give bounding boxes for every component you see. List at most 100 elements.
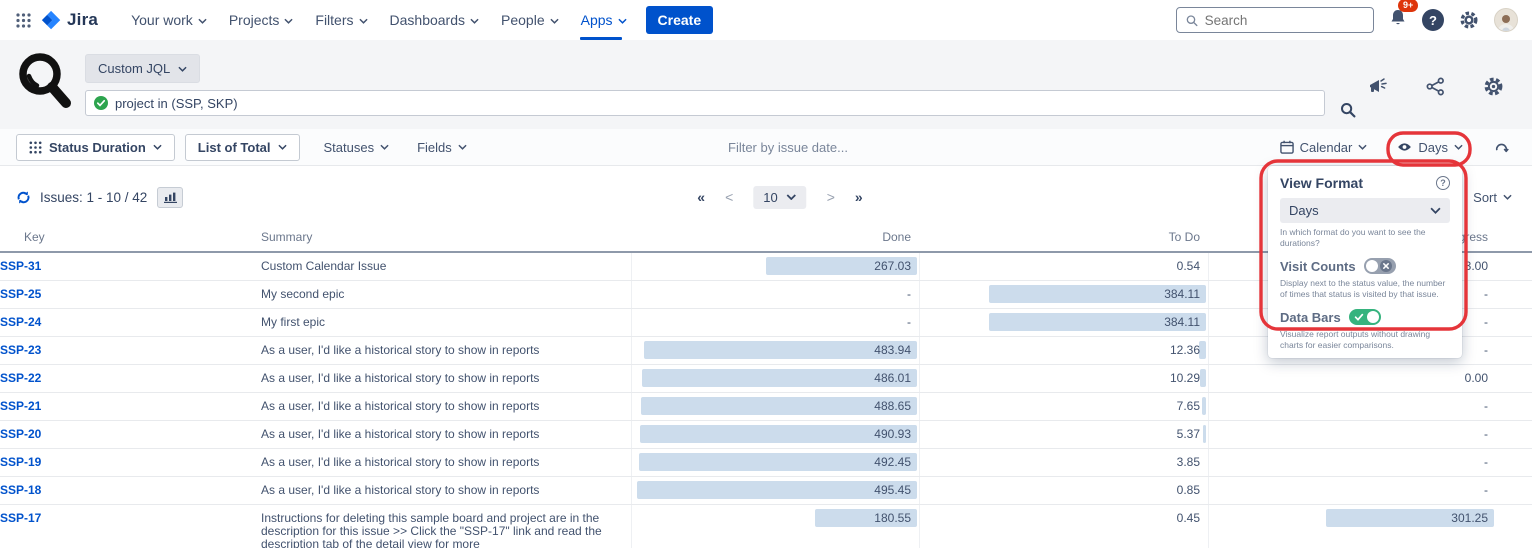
refresh-icon[interactable] [16,190,31,205]
issue-key-cell: SSP-22 [0,365,261,392]
run-query-search-icon[interactable] [1340,102,1356,123]
issue-key-link[interactable]: SSP-18 [0,483,41,497]
issue-key-cell: SSP-24 [0,309,261,336]
chevron-down-icon [359,18,368,24]
issue-key-link[interactable]: SSP-22 [0,371,41,385]
chevron-down-icon [1503,194,1512,200]
data-bar [1202,397,1206,415]
issue-date-filter-input[interactable]: Filter by issue date... [728,140,848,155]
notifications-bell-icon[interactable]: 9+ [1389,8,1407,32]
jira-logo[interactable]: Jira [41,10,98,31]
chevron-down-icon [550,18,559,24]
search-icon [1186,14,1198,27]
pagination-next-button[interactable]: > [827,189,835,205]
nav-item-filters[interactable]: Filters [304,0,378,40]
format-select[interactable]: Days [1280,198,1450,223]
pagination-last-button[interactable]: » [855,189,863,205]
chevron-down-icon [278,144,287,150]
jql-query-input[interactable]: project in (SSP, SKP) [85,90,1325,116]
issue-key-cell: SSP-19 [0,449,261,476]
page-size-select[interactable]: 10 [753,186,806,209]
issue-key-link[interactable]: SSP-23 [0,343,41,357]
table-row: SSP-21As a user, I'd like a historical s… [0,393,1532,421]
nav-item-apps[interactable]: Apps [570,0,638,40]
chevron-down-icon [380,144,389,150]
issue-summary-cell: As a user, I'd like a historical story t… [261,449,631,476]
view-format-popup: View Format ? Days In which format do yo… [1268,166,1462,358]
help-icon[interactable]: ? [1422,9,1444,31]
pagination-first-button[interactable]: « [697,189,705,205]
user-avatar[interactable] [1494,8,1518,32]
status-duration-cell-in_progress: - [1208,477,1496,504]
sort-dropdown[interactable]: Sort [1473,190,1516,205]
table-row: SSP-17Instructions for deleting this sam… [0,505,1532,548]
issue-summary-cell: As a user, I'd like a historical story t… [261,365,631,392]
column-header-done[interactable]: Done [631,226,919,251]
table-row: SSP-20As a user, I'd like a historical s… [0,421,1532,449]
jira-status-duration-page: Jira Your work Projects Filters Dashboar… [0,0,1532,548]
statuses-dropdown[interactable]: Statuses [324,140,390,155]
nav-item-your-work[interactable]: Your work [120,0,218,40]
nav-item-people[interactable]: People [490,0,570,40]
fields-dropdown[interactable]: Fields [417,140,467,155]
status-duration-cell-done: - [631,309,919,336]
issue-key-link[interactable]: SSP-31 [0,259,41,273]
chart-view-button[interactable] [157,187,183,208]
column-header-key[interactable]: Key [0,226,261,251]
announcement-megaphone-icon[interactable] [1367,77,1388,101]
visit-counts-toggle[interactable] [1364,258,1396,274]
view-mode-dropdown[interactable]: List of Total [185,134,300,161]
valid-query-check-icon [94,96,108,110]
issue-key-link[interactable]: SSP-21 [0,399,41,413]
chevron-down-icon [284,18,293,24]
column-header-todo[interactable]: To Do [919,226,1208,251]
cross-icon [1380,260,1392,272]
popup-title: View Format [1280,175,1363,191]
issue-key-link[interactable]: SSP-19 [0,455,41,469]
view-format-dropdown[interactable]: Days [1397,140,1463,155]
status-duration-cell-todo: 384.11 [919,281,1208,308]
issue-key-link[interactable]: SSP-20 [0,427,41,441]
status-duration-cell-done: 486.01 [631,365,919,392]
global-search-box[interactable] [1176,7,1374,33]
query-mode-dropdown[interactable]: Custom JQL [85,54,200,83]
status-duration-cell-done: 490.93 [631,421,919,448]
data-bar [1200,369,1206,387]
calendar-dropdown[interactable]: Calendar [1280,140,1368,155]
format-select-help: In which format do you want to see the d… [1280,227,1450,248]
issue-key-link[interactable]: SSP-24 [0,315,41,329]
duration-value: 490.93 [874,427,911,441]
app-magnifier-logo-icon [14,48,76,119]
issue-key-cell: SSP-21 [0,393,261,420]
status-duration-cell-in_progress: 0.00 [1208,365,1496,392]
pagination-prev-button[interactable]: < [725,189,733,205]
create-button[interactable]: Create [646,6,714,34]
sync-cloud-icon[interactable] [1493,140,1510,155]
report-settings-gear-icon[interactable] [1483,76,1504,102]
app-switcher-icon[interactable] [16,13,31,28]
status-duration-cell-todo: 0.54 [919,253,1208,280]
global-search-input[interactable] [1205,13,1364,28]
duration-value: 267.03 [874,259,911,273]
duration-value: 301.25 [1451,511,1488,525]
issues-count-label: Issues: 1 - 10 / 42 [40,190,147,205]
duration-value: 3.00 [1465,259,1488,273]
column-header-summary[interactable]: Summary [261,226,631,251]
issue-key-link[interactable]: SSP-25 [0,287,41,301]
issue-key-link[interactable]: SSP-17 [0,511,41,525]
report-type-dropdown[interactable]: Status Duration [16,134,175,161]
settings-gear-icon[interactable] [1459,10,1479,30]
data-bars-toggle[interactable] [1349,309,1381,325]
duration-value: - [1484,315,1488,329]
nav-item-dashboards[interactable]: Dashboards [379,0,491,40]
status-duration-cell-done: 180.55 [631,505,919,548]
pagination: « < 10 > » [697,186,862,209]
nav-item-projects[interactable]: Projects [218,0,305,40]
duration-value: - [1484,455,1488,469]
share-icon[interactable] [1426,77,1445,101]
bar-chart-icon [164,192,177,203]
status-duration-cell-todo: 384.11 [919,309,1208,336]
popup-help-icon[interactable]: ? [1436,176,1450,190]
duration-value: - [1484,427,1488,441]
duration-value: 384.11 [1164,287,1200,301]
